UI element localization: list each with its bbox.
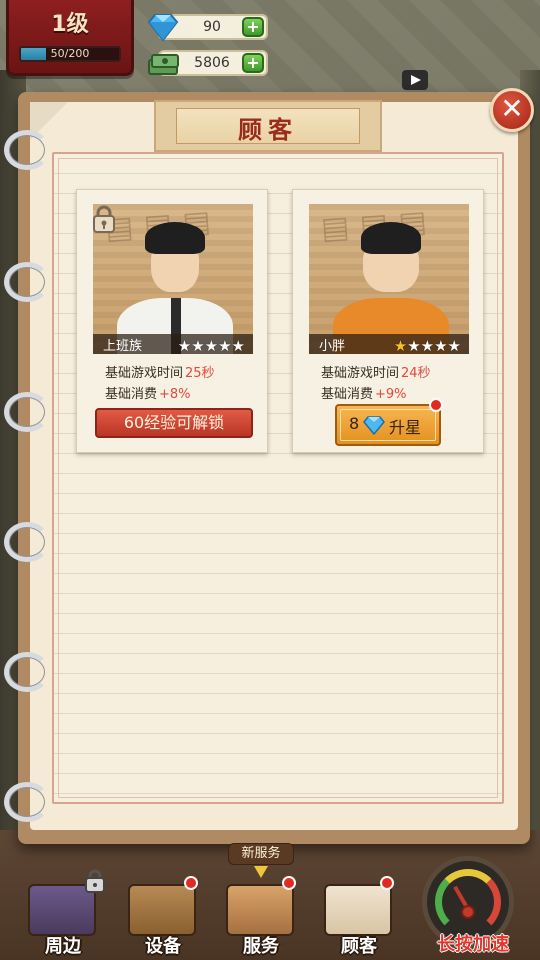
star-icon: ★ — [231, 337, 245, 355]
arcade-machine-icon — [128, 884, 196, 936]
add-cash-button[interactable]: + — [242, 53, 264, 73]
binder-ring-icon — [4, 130, 50, 170]
spend-label: 基础消费 — [321, 387, 374, 402]
spend-value: +9% — [375, 387, 407, 402]
binder-ring-icon — [4, 392, 50, 432]
notification-dot — [282, 876, 296, 890]
xp-text: 50/200 — [50, 47, 90, 60]
spend-row: 基础消费 +9% — [321, 383, 407, 402]
level-text: 1级 — [51, 12, 89, 37]
panel-title-plaque: 顾客 — [154, 100, 382, 152]
nav-item-customers[interactable]: 顾客 — [316, 876, 402, 960]
diamond-icon — [147, 14, 179, 42]
speed-up-label: 长按加速 — [437, 934, 509, 955]
customer-card-chubby[interactable]: ▤ ▤ ▤ 小胖 ★★★★★ 基础游戏时间24秒 基础消费+9% 8 升星 — [292, 189, 484, 453]
notification-dot — [380, 876, 394, 890]
star-rating: ★★★★★ — [177, 336, 245, 355]
star-icon: ★ — [177, 337, 192, 355]
spend-row: 基础消费 +8% — [105, 383, 191, 402]
customer-name: 上班族 — [103, 339, 143, 354]
cash-counter: 5806 + — [148, 50, 268, 76]
customer-name: 小胖 — [319, 339, 346, 354]
binder-ring-icon — [4, 522, 50, 562]
play-time-label: 基础游戏时间 — [105, 366, 184, 381]
notification-dot — [429, 398, 443, 412]
spend-label: 基础消费 — [105, 387, 158, 402]
spend-value: +8% — [159, 387, 191, 402]
star-icon: ★ — [218, 337, 232, 355]
star-icon: ★ — [434, 337, 448, 355]
add-gems-button[interactable]: + — [242, 17, 264, 37]
gem-count: 90 — [203, 19, 221, 35]
customer-portrait: ▤ ▤ ▤ — [309, 204, 469, 354]
customer-name-strip: 上班族 ★★★★★ — [93, 334, 253, 354]
customer-portrait: ▤ ▤ ▤ — [93, 204, 253, 354]
customer-card-office-worker[interactable]: ▤ ▤ ▤ 上班族 ★★★★★ 基础游戏时间25秒 基础消费+8% 60经验可解… — [76, 189, 268, 453]
binder-ring-icon — [4, 652, 50, 692]
star-icon: ★ — [204, 337, 219, 355]
service-counter-icon — [226, 884, 294, 936]
diamond-icon — [363, 416, 385, 435]
play-time-row: 基础游戏时间 24秒 — [321, 362, 431, 381]
level-badge[interactable]: 1级 50/200 — [6, 0, 134, 76]
nav-item-equipment[interactable]: 设备 — [120, 876, 206, 960]
customers-icon — [324, 884, 392, 936]
lock-icon — [85, 869, 105, 893]
nav-label: 设备 — [145, 936, 181, 957]
binder-ring-icon — [4, 262, 50, 302]
new-service-tag: 新服务 — [228, 843, 294, 865]
star-rating: ★★★★★ — [393, 336, 461, 355]
customer-hair — [145, 222, 205, 254]
unlock-button[interactable]: 60经验可解锁 — [95, 408, 253, 438]
play-time-value: 24秒 — [401, 366, 431, 381]
upgrade-star-button[interactable]: 8 升星 — [335, 404, 441, 446]
video-ad-icon[interactable] — [402, 70, 428, 90]
gauge-hub — [461, 905, 475, 919]
play-time-row: 基础游戏时间 25秒 — [105, 362, 215, 381]
star-icon: ★ — [393, 337, 408, 355]
customer-name-strip: 小胖 ★★★★★ — [309, 334, 469, 354]
cash-stack-icon — [148, 54, 179, 75]
play-time-label: 基础游戏时间 — [321, 366, 400, 381]
binder-ring-icon — [4, 782, 50, 822]
star-icon: ★ — [191, 337, 205, 355]
nav-item-service[interactable]: 服务 — [218, 876, 304, 960]
xp-progress-bar: 50/200 — [19, 46, 121, 62]
notification-dot — [184, 876, 198, 890]
gem-counter: 90 + — [147, 14, 268, 42]
nav-label: 周边 — [45, 936, 81, 957]
lock-icon — [93, 205, 115, 233]
nav-label: 服务 — [243, 936, 279, 957]
cash-count: 5806 — [194, 55, 230, 71]
down-arrow-icon — [254, 866, 268, 878]
nav-label: 顾客 — [341, 936, 377, 957]
play-time-value: 25秒 — [185, 366, 215, 381]
upgrade-label: 升星 — [389, 418, 422, 437]
star-icon: ★ — [420, 337, 435, 355]
upgrade-cost: 8 — [349, 414, 360, 433]
star-icon: ★ — [407, 337, 421, 355]
star-icon: ★ — [447, 337, 461, 355]
panel-title: 顾客 — [238, 116, 298, 144]
close-button[interactable]: ✕ — [490, 88, 534, 132]
speed-gauge-icon — [435, 869, 501, 935]
customer-hair — [361, 222, 421, 254]
